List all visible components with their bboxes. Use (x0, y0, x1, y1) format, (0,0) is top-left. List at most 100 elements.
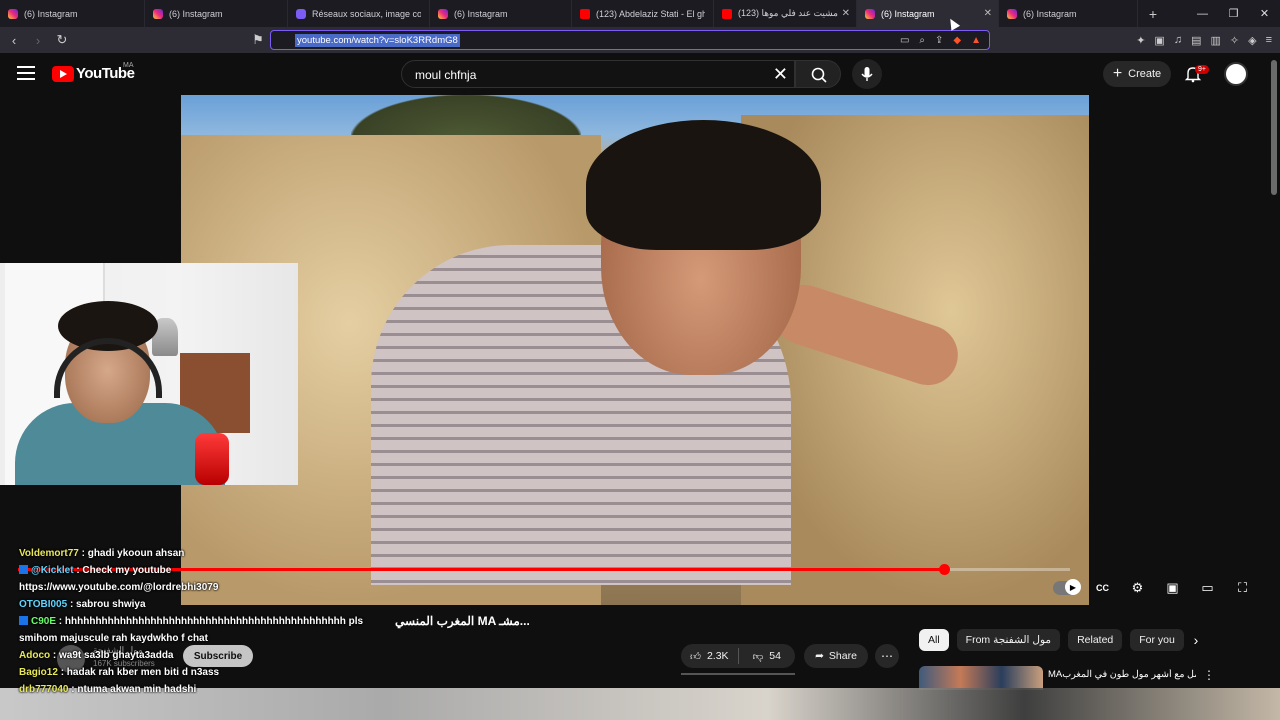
chat-username: Adoco (19, 650, 53, 661)
captions-icon[interactable]: CC (1085, 578, 1120, 598)
chat-message: https://www.youtube.com/@lordrebhi3079 (19, 579, 519, 596)
chip-all[interactable]: All (919, 629, 949, 651)
chat-username: @Kicklet (31, 565, 77, 576)
video-scrubber-handle[interactable] (938, 564, 950, 575)
chat-message: Adoco : wa9t sa3lb ghayta3adda (19, 647, 519, 664)
close-icon[interactable]: ✕ (984, 8, 992, 19)
instagram-icon (8, 8, 18, 19)
share-icon[interactable]: ⇪ (935, 35, 943, 46)
leo-ai-icon[interactable]: ✧ (1230, 34, 1239, 47)
chat-message: C90E : hhhhhhhhhhhhhhhhhhhhhhhhhhhhhhhhh… (19, 613, 519, 630)
like-dislike-group: 👍︎ 2.3K 👎︎ 54 (681, 644, 795, 668)
miniplayer-icon[interactable]: ▣ (1155, 578, 1190, 598)
back-icon[interactable]: ‹ (4, 30, 24, 50)
hamburger-menu-icon[interactable] (17, 66, 35, 80)
create-button[interactable]: + Create (1103, 61, 1171, 87)
window-controls: — ❐ ✕ (1187, 0, 1280, 27)
menu-icon[interactable]: ≡ (1266, 34, 1272, 47)
chat-message: drb777040 : ntuma akwan min hadshi (19, 681, 519, 698)
chip-for-you[interactable]: For you (1130, 629, 1184, 651)
browser-tab[interactable]: (6) Instagram (999, 0, 1138, 27)
reload-icon[interactable]: ↻ (52, 30, 72, 50)
clear-search-icon[interactable]: ✕ (773, 64, 788, 85)
zoom-icon[interactable]: ⌕ (919, 35, 925, 46)
streamer-webcam (0, 263, 298, 485)
chat-text: : wa9t sa3lb ghayta3adda (52, 650, 174, 661)
share-button[interactable]: ➦ Share (804, 644, 868, 668)
wallet-icon[interactable]: ▥ (1210, 34, 1220, 47)
address-bar[interactable]: youtube.com/watch?v=sloK3RRdmG8 ▭ ⌕ ⇪ ◆ … (270, 30, 990, 50)
browser-tab[interactable]: (6) Instagram (430, 0, 572, 27)
kick-badge-icon (19, 565, 28, 574)
autoplay-toggle[interactable] (1053, 579, 1081, 595)
chat-username: OTOBI005 (19, 599, 70, 610)
url-text[interactable]: youtube.com/watch?v=sloK3RRdmG8 (295, 33, 460, 47)
video-frame-person-hair (586, 120, 821, 250)
close-icon[interactable]: ✕ (842, 8, 850, 19)
more-actions-button[interactable]: ⋯ (875, 644, 899, 668)
search-query[interactable]: moul chfnja (415, 68, 476, 82)
chip-related[interactable]: Related (1068, 629, 1123, 651)
microphone-icon (861, 67, 873, 81)
new-tab-button[interactable]: + (1138, 6, 1168, 22)
reader-icon[interactable]: ▭ (900, 35, 909, 46)
recommended-thumbnail[interactable] (919, 666, 1043, 690)
chevron-right-icon[interactable]: › (1186, 630, 1206, 650)
vpn-icon[interactable]: ◈ (1248, 34, 1256, 47)
browser-tab[interactable]: (123) مشيت عند فلي موها ✕ (714, 0, 857, 27)
instagram-icon (438, 8, 448, 19)
kick-badge-icon (19, 616, 28, 625)
chip-from-channel[interactable]: From مول الشفنجة (956, 629, 1061, 651)
bookmark-icon[interactable]: ⚑ (248, 30, 268, 50)
chat-message: Voldemort77 : ghadi ykooun ahsan (19, 545, 519, 562)
chat-username: Bagio12 (19, 667, 61, 678)
dislike-button[interactable]: 👎︎ 54 (739, 650, 796, 663)
screenshot-icon[interactable]: ▣ (1154, 34, 1164, 47)
document-icon (296, 8, 306, 19)
recommended-title[interactable]: MAيوم كامل مع أشهر مول طون في المغرب (1048, 669, 1196, 680)
voice-search-button[interactable] (852, 59, 882, 89)
fullscreen-icon[interactable]: ⛶ (1225, 578, 1260, 598)
video-player[interactable] (181, 95, 1089, 605)
browser-toolbar: ‹ › ↻ ⚑ youtube.com/watch?v=sloK3RRdmG8 … (0, 27, 1280, 53)
forward-icon[interactable]: › (28, 30, 48, 50)
extensions-icon[interactable]: ✦ (1136, 34, 1145, 47)
like-ratio-bar (681, 673, 795, 675)
country-code: MA (123, 62, 134, 69)
sidebar-icon[interactable]: ▤ (1191, 34, 1201, 47)
browser-tab-active[interactable]: (6) Instagram ✕ (857, 0, 999, 27)
more-options-icon[interactable]: ⋮ (1203, 668, 1215, 682)
recommended-video[interactable]: MAيوم كامل مع أشهر مول طون في المغرب ⋮ (919, 666, 1219, 690)
account-avatar[interactable] (1224, 62, 1248, 86)
chat-username: C90E (31, 616, 59, 627)
minimize-icon[interactable]: — (1187, 0, 1218, 27)
webcam-microphone (195, 433, 229, 485)
like-button[interactable]: 👍︎ 2.3K (681, 650, 738, 663)
brave-shield-icon[interactable]: ◆ (953, 35, 961, 46)
chat-text: : ntuma akwan min hadshi (71, 684, 197, 695)
page-scrollbar[interactable] (1271, 60, 1277, 195)
chat-text: : Check my youtube (76, 565, 172, 576)
brave-rewards-icon[interactable]: ▲ (971, 35, 981, 46)
restore-icon[interactable]: ❐ (1218, 0, 1249, 27)
plus-icon: + (1112, 65, 1123, 82)
youtube-header: YouTube MA moul chfnja ✕ + Create 9+ (0, 53, 1280, 95)
search-button[interactable] (795, 60, 841, 88)
instagram-icon (153, 8, 163, 19)
chat-text: : hhhhhhhhhhhhhhhhhhhhhhhhhhhhhhhhhhhhhh… (58, 616, 364, 627)
close-window-icon[interactable]: ✕ (1249, 0, 1280, 27)
thumbs-down-icon: 👎︎ (752, 650, 764, 663)
browser-tab-strip: (6) Instagram (6) Instagram Réseaux soci… (0, 0, 1280, 27)
browser-tab[interactable]: (6) Instagram (0, 0, 145, 27)
settings-gear-icon[interactable]: ⚙ (1120, 578, 1155, 598)
browser-tab[interactable]: (6) Instagram (145, 0, 288, 27)
music-icon[interactable]: ♫ (1174, 34, 1182, 47)
browser-tab[interactable]: (123) Abdelaziz Stati - El ghab (572, 0, 714, 27)
youtube-icon (722, 8, 732, 19)
browser-tab[interactable]: Réseaux sociaux, image corpor (288, 0, 430, 27)
stream-chat-overlay: Voldemort77 : ghadi ykooun ahsan @Kicklet… (19, 545, 519, 698)
chat-username: drb777040 (19, 684, 72, 695)
search-input[interactable]: moul chfnja ✕ (401, 60, 795, 88)
theater-mode-icon[interactable]: ▭ (1190, 578, 1225, 598)
video-controls: CC ⚙ ▣ ▭ ⛶ (1085, 578, 1260, 598)
